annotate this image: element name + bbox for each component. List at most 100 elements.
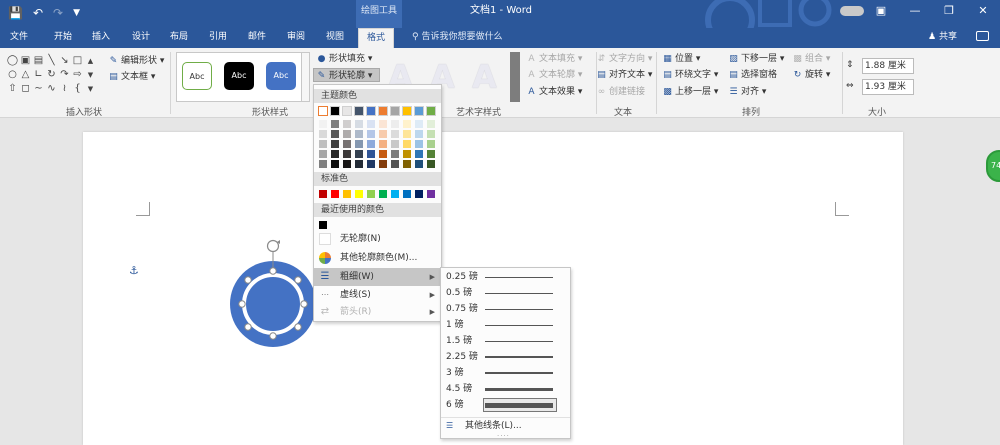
theme-color-swatch[interactable] <box>330 106 340 116</box>
line-shape-icon[interactable]: ╲ <box>45 54 58 68</box>
share-button[interactable]: ♟ 共享 <box>928 28 957 46</box>
theme-color-shade-swatch[interactable] <box>367 160 375 168</box>
standard-color-swatch[interactable] <box>367 190 375 198</box>
theme-color-shade-swatch[interactable] <box>355 150 363 158</box>
tab-format[interactable]: 格式 <box>358 28 395 48</box>
standard-color-swatch[interactable] <box>403 190 411 198</box>
resize-grip-icon[interactable]: ···· <box>497 432 510 440</box>
standard-color-swatch[interactable] <box>391 190 399 198</box>
no-outline-item[interactable]: 无轮廓(N) <box>314 230 441 248</box>
shape-width-input[interactable]: 1.93 厘米 <box>862 79 914 95</box>
gallery-scroll-down-icon[interactable]: ▼ <box>84 68 97 82</box>
tab-mailings[interactable]: 邮件 <box>248 28 266 46</box>
weight-option[interactable]: 0.5 磅 <box>441 285 570 301</box>
more-outline-colors-item[interactable]: 其他轮廓颜色(M)... <box>314 249 441 267</box>
weight-item[interactable]: ☰ 粗细(W) ▶ <box>314 268 441 286</box>
undo-icon[interactable]: ↶ <box>33 5 43 21</box>
text-outline-button[interactable]: A 文本轮廓 ▾ <box>526 68 582 82</box>
theme-color-shade-swatch[interactable] <box>415 140 423 148</box>
theme-color-shade-swatch[interactable] <box>319 120 327 128</box>
weight-option[interactable]: 1 磅 <box>441 317 570 333</box>
customize-qat-icon[interactable]: ▼ <box>73 5 80 21</box>
create-link-button[interactable]: ∞ 创建链接 <box>596 85 645 99</box>
standard-color-swatch[interactable] <box>415 190 423 198</box>
shape-outline-button[interactable]: ✎ 形状轮廓 ▾ <box>316 69 373 83</box>
theme-color-shade-swatch[interactable] <box>331 120 339 128</box>
weight-option[interactable]: 0.75 磅 <box>441 301 570 317</box>
edit-shape-button[interactable]: ✎ 编辑形状 ▾ <box>108 54 165 68</box>
dashes-item[interactable]: ⋯ 虚线(S) ▶ <box>314 286 441 304</box>
weight-option[interactable]: 6 磅 <box>441 397 570 413</box>
theme-color-shade-swatch[interactable] <box>415 120 423 128</box>
tab-file[interactable]: 文件 <box>10 28 28 46</box>
wrap-text-button[interactable]: ▤ 环绕文字 ▾ <box>662 68 718 82</box>
theme-color-shade-swatch[interactable] <box>427 130 435 138</box>
theme-color-shade-swatch[interactable] <box>379 140 387 148</box>
freeform-shape-icon[interactable]: ∼ <box>32 82 45 96</box>
triangle-shape-icon[interactable]: △ <box>19 68 32 82</box>
theme-color-shade-swatch[interactable] <box>403 140 411 148</box>
tab-layout[interactable]: 布局 <box>170 28 188 46</box>
selection-pane-button[interactable]: ▤ 选择窗格 <box>728 68 777 82</box>
gallery-expand-icon[interactable]: ▼ <box>84 82 97 96</box>
theme-color-shade-swatch[interactable] <box>331 140 339 148</box>
theme-color-swatch[interactable] <box>354 106 364 116</box>
theme-color-shade-swatch[interactable] <box>427 160 435 168</box>
theme-color-shade-swatch[interactable] <box>391 150 399 158</box>
weight-option[interactable]: 3 磅 <box>441 365 570 381</box>
theme-color-shade-swatch[interactable] <box>391 120 399 128</box>
text-effects-button[interactable]: A 文本效果 ▾ <box>526 85 582 99</box>
theme-color-swatch[interactable] <box>342 106 352 116</box>
theme-color-swatch[interactable] <box>378 106 388 116</box>
rectangle-shape-icon[interactable]: □ <box>71 54 84 68</box>
theme-color-shade-swatch[interactable] <box>415 150 423 158</box>
comments-icon[interactable] <box>976 31 989 41</box>
oval-shape-icon-2[interactable]: ○ <box>6 68 19 82</box>
tab-view[interactable]: 视图 <box>326 28 344 46</box>
text-direction-button[interactable]: ⇵ 文字方向 ▾ <box>596 52 653 66</box>
align-text-button[interactable]: ▤ 对齐文本 ▾ <box>596 68 652 82</box>
shape-style-blue[interactable]: Abc <box>266 62 296 90</box>
theme-color-shade-swatch[interactable] <box>415 130 423 138</box>
user-avatar[interactable] <box>840 6 864 16</box>
elbow-connector-icon[interactable]: ∟ <box>32 68 45 82</box>
text-box-button[interactable]: ▤ 文本框 ▾ <box>108 70 155 84</box>
arrow-line-shape-icon[interactable]: ↘ <box>58 54 71 68</box>
tab-home[interactable]: 开始 <box>54 28 72 46</box>
wordart-gallery-scroll[interactable] <box>510 52 520 102</box>
gallery-scroll-up-icon[interactable]: ▲ <box>84 54 97 68</box>
tab-references[interactable]: 引用 <box>209 28 227 46</box>
weight-option[interactable]: 4.5 磅 <box>441 381 570 397</box>
theme-color-swatch[interactable] <box>390 106 400 116</box>
theme-color-shade-swatch[interactable] <box>391 160 399 168</box>
weight-option[interactable]: 0.25 磅 <box>441 269 570 285</box>
theme-color-shade-swatch[interactable] <box>403 130 411 138</box>
position-button[interactable]: ▦ 位置 ▾ <box>662 52 700 66</box>
theme-color-shade-swatch[interactable] <box>427 150 435 158</box>
textbox-shape-icon[interactable]: ▣ <box>19 54 32 68</box>
shapes-gallery[interactable]: ◯ ▣ ▤ ╲ ↘ □ ▲ ○ △ ∟ ↻ ↷ ⇨ ▼ ⇧ ◻ ∼ ∿ ≀ { … <box>6 54 98 100</box>
bracket-shape-icon[interactable]: { <box>71 82 84 96</box>
bring-forward-button[interactable]: ▩ 上移一层 ▾ <box>662 85 718 99</box>
shape-styles-scroll[interactable] <box>301 53 309 101</box>
curve-shape-icon[interactable]: ↷ <box>58 68 71 82</box>
send-backward-button[interactable]: ▨ 下移一层 ▾ <box>728 52 784 66</box>
theme-color-shade-swatch[interactable] <box>427 140 435 148</box>
vertical-textbox-shape-icon[interactable]: ▤ <box>32 54 45 68</box>
arrow-shape-icon[interactable]: ⇨ <box>71 68 84 82</box>
theme-color-shade-swatch[interactable] <box>343 150 351 158</box>
theme-color-shade-swatch[interactable] <box>331 130 339 138</box>
theme-color-shade-swatch[interactable] <box>343 140 351 148</box>
ribbon-display-options-icon[interactable]: ▣ <box>864 0 898 22</box>
theme-color-shade-swatch[interactable] <box>379 150 387 158</box>
wave-shape-icon[interactable]: ≀ <box>58 82 71 96</box>
theme-color-shade-swatch[interactable] <box>379 160 387 168</box>
theme-color-shade-swatch[interactable] <box>403 120 411 128</box>
shape-style-outline[interactable]: Abc <box>182 62 212 90</box>
standard-color-swatch[interactable] <box>343 190 351 198</box>
theme-color-shade-swatch[interactable] <box>355 140 363 148</box>
theme-color-swatch[interactable] <box>366 106 376 116</box>
theme-color-shade-swatch[interactable] <box>319 150 327 158</box>
tell-me-search[interactable]: ⚲ 告诉我你想要做什么 <box>412 28 502 46</box>
theme-color-shade-swatch[interactable] <box>415 160 423 168</box>
